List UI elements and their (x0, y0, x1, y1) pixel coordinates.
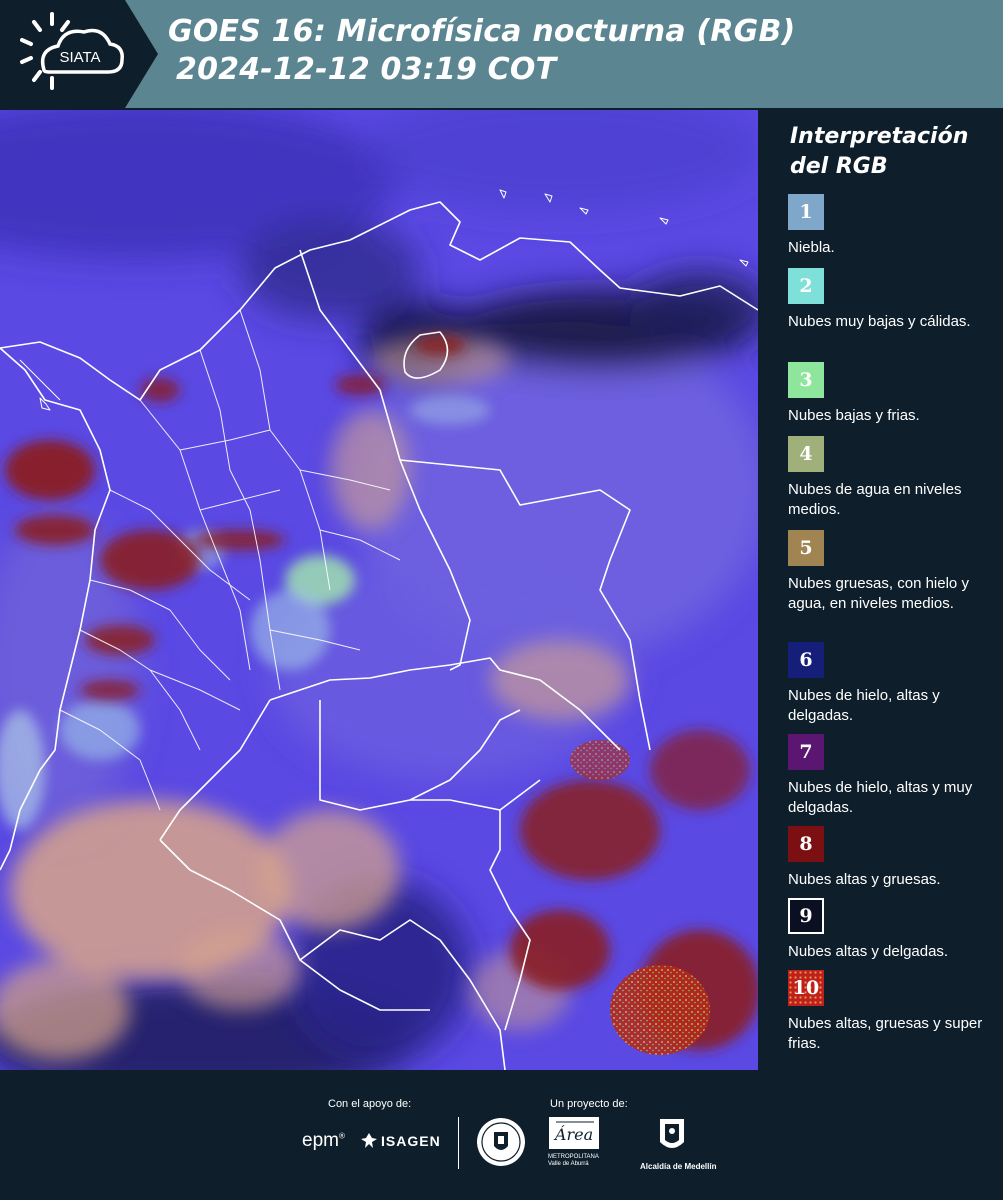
area-metropolitana-icon: Área (549, 1117, 599, 1149)
epm-logo-text: epm (302, 1130, 339, 1151)
alcaldia-text: Alcaldía de Medellín (640, 1162, 717, 1171)
legend-item: 10 Nubes altas, gruesas y super frias. (788, 970, 998, 1054)
area-logo-name: Área (553, 1124, 593, 1144)
legend-swatch: 8 (788, 826, 824, 862)
legend-item: 4 Nubes de agua en niveles medios. (788, 436, 998, 520)
legend-label: Nubes altas y gruesas. (788, 871, 941, 888)
legend-label: Nubes altas, gruesas y super frias. (788, 1015, 983, 1052)
legend-item: 1 Niebla. (788, 194, 998, 258)
legend-swatch: 10 (788, 970, 824, 1006)
legend-label: Niebla. (788, 239, 835, 256)
legend-swatch: 6 (788, 642, 824, 678)
siata-logo: SIATA (0, 0, 158, 108)
legend-label: Nubes muy bajas y cálidas. (788, 313, 971, 330)
legend-item: 3 Nubes bajas y frias. (788, 362, 998, 426)
legend-swatch: 2 (788, 268, 824, 304)
legend-item: 9 Nubes altas y delgadas. (788, 898, 998, 962)
legend-title: Interpretación del RGB (790, 122, 995, 182)
legend-swatch: 9 (788, 898, 824, 934)
page-timestamp: 2024-12-12 03:19 COT (176, 52, 557, 87)
isagen-icon (361, 1133, 377, 1148)
header-bar: SIATA GOES 16: Microfísica nocturna (RGB… (0, 0, 1003, 108)
legend-label: Nubes altas y delgadas. (788, 943, 949, 960)
area-sub2: Valle de Aburrá (548, 1161, 589, 1167)
legend-label: Nubes gruesas, con hielo y agua, en nive… (788, 575, 969, 612)
legend-item: 6 Nubes de hielo, altas y delgadas. (788, 642, 998, 726)
legend-item: 8 Nubes altas y gruesas. (788, 826, 998, 890)
legend-item: 2 Nubes muy bajas y cálidas. (788, 268, 998, 332)
isagen-text: ISAGEN (381, 1133, 441, 1149)
support-label: Con el apoyo de: (328, 1098, 412, 1110)
area-metropolitana-logo: Área METROPOLITANA Valle de Aburrá (548, 1116, 602, 1168)
epm-logo: epm® (302, 1130, 345, 1151)
legend-label: Nubes de agua en niveles medios. (788, 481, 962, 518)
legend-swatch: 5 (788, 530, 824, 566)
page-title: GOES 16: Microfísica nocturna (RGB) (168, 14, 796, 49)
footer: Con el apoyo de: Un proyecto de: epm® IS… (0, 1070, 1003, 1200)
legend-swatch: 4 (788, 436, 824, 472)
legend-item: 7 Nubes de hielo, altas y muy delgadas. (788, 734, 998, 818)
legend-swatch: 1 (788, 194, 824, 230)
university-seal-icon (477, 1118, 525, 1166)
area-sub1: METROPOLITANA (548, 1154, 599, 1160)
legend-item: 5 Nubes gruesas, con hielo y agua, en ni… (788, 530, 998, 614)
legend-swatch: 7 (788, 734, 824, 770)
satellite-map (0, 110, 758, 1070)
legend-label: Nubes de hielo, altas y muy delgadas. (788, 779, 973, 816)
satellite-image (0, 110, 758, 1070)
legend-title-line2: del RGB (790, 154, 888, 179)
isagen-logo: ISAGEN (360, 1132, 441, 1150)
legend-label: Nubes de hielo, altas y delgadas. (788, 687, 940, 724)
legend-swatch: 3 (788, 362, 824, 398)
legend-title-line1: Interpretación (790, 124, 969, 149)
footer-divider (458, 1117, 459, 1169)
alcaldia-shield-icon (660, 1119, 684, 1148)
legend-label: Nubes bajas y frias. (788, 407, 920, 424)
project-label: Un proyecto de: (550, 1098, 628, 1110)
alcaldia-logo: Alcaldía de Medellín (640, 1116, 717, 1171)
rgb-legend: Interpretación del RGB 1 Niebla. 2 Nubes… (758, 110, 1003, 1070)
siata-logo-text: SIATA (59, 49, 100, 66)
